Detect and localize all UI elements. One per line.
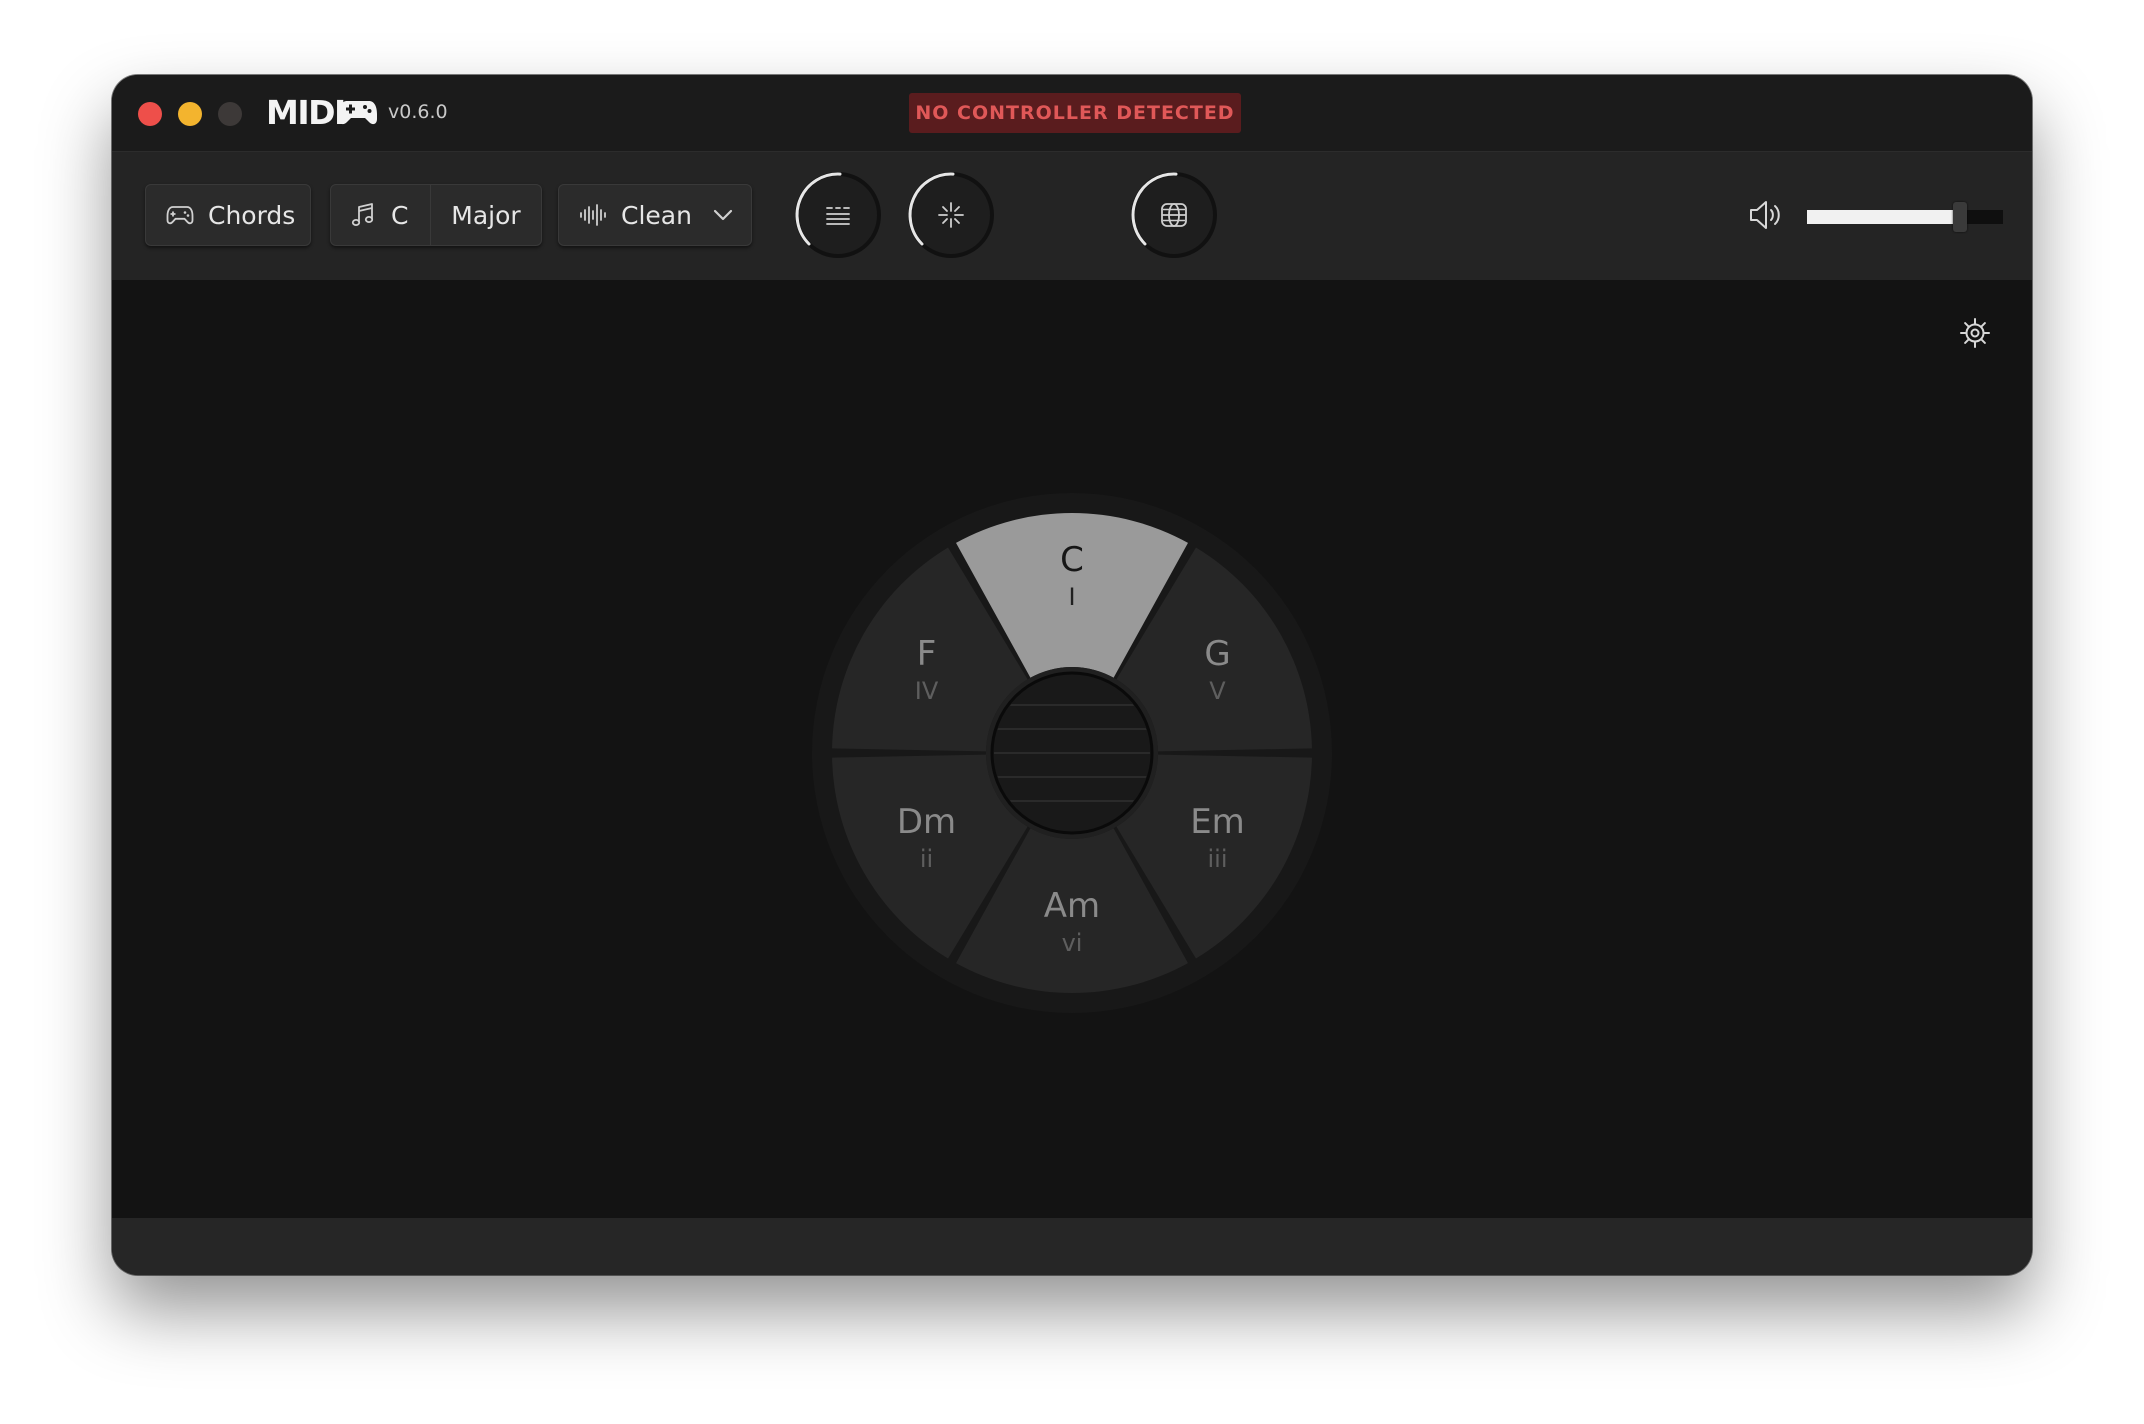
controller-status-badge: NO CONTROLLER DETECTED: [909, 93, 1241, 133]
keys-grid-icon: [826, 207, 850, 225]
chord-name: C: [1060, 540, 1084, 580]
globe-icon: [1161, 203, 1187, 227]
chord-numeral: vi: [1062, 929, 1083, 957]
chord-wheel: CI GV Em iii Am vi Dm ii F IV: [812, 493, 1332, 1013]
speaker-icon[interactable]: [1748, 199, 1784, 231]
key-selector: C Major: [330, 184, 542, 246]
chord-name: F: [917, 634, 937, 674]
minimize-window-button[interactable]: [178, 102, 202, 126]
effects-knob[interactable]: [906, 170, 996, 260]
keys-knob[interactable]: [793, 170, 883, 260]
maximize-window-button[interactable]: [218, 102, 242, 126]
key-note-label: C: [391, 200, 409, 230]
title-bar: MIDI v0.6.0 NO CONTROLLER DETECTED: [112, 75, 2032, 152]
footer-bar: [112, 1218, 2032, 1275]
sound-preset-label: Clean: [621, 200, 692, 230]
sound-preset-dropdown[interactable]: Clean: [558, 184, 752, 246]
chord-numeral: V: [1209, 677, 1226, 705]
play-mode-button[interactable]: Chords: [145, 184, 311, 246]
volume-slider-thumb[interactable]: [1952, 202, 1967, 232]
key-mode-label: Major: [451, 200, 521, 230]
chord-numeral: I: [1068, 583, 1075, 611]
chevron-down-icon: [713, 209, 733, 221]
waveform-icon: [580, 204, 606, 226]
app-version: v0.6.0: [388, 101, 448, 123]
chord-numeral: ii: [920, 845, 933, 873]
chord-name: Am: [1044, 886, 1100, 926]
chord-name: Dm: [897, 802, 956, 842]
key-note-button[interactable]: C: [331, 185, 431, 245]
key-mode-button[interactable]: Major: [431, 185, 541, 245]
close-window-button[interactable]: [138, 102, 162, 126]
sparkle-icon: [938, 202, 964, 228]
play-mode-label: Chords: [208, 200, 296, 230]
volume-slider[interactable]: [1807, 202, 2003, 232]
chord-name: G: [1204, 634, 1230, 674]
volume-slider-fill: [1807, 210, 1960, 224]
music-note-icon: [351, 203, 374, 226]
app-title: MIDI: [266, 93, 346, 132]
gamepad-icon: [339, 101, 377, 125]
gamepad-icon: [166, 206, 194, 225]
app-window: MIDI v0.6.0 NO CONTROLLER DETECTED Chord…: [112, 75, 2032, 1275]
chord-numeral: iii: [1207, 845, 1227, 873]
chord-name: Em: [1190, 802, 1245, 842]
gear-icon[interactable]: [1959, 317, 1991, 349]
chord-numeral: IV: [915, 677, 939, 705]
space-knob[interactable]: [1129, 170, 1219, 260]
